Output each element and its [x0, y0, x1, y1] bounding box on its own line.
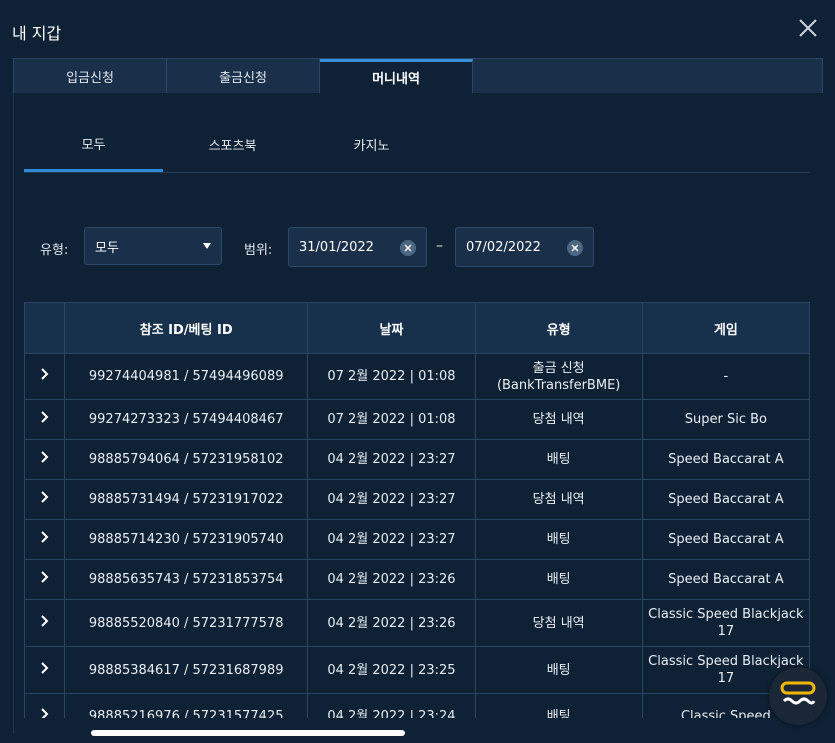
chevron-right-icon	[40, 451, 48, 463]
table-row[interactable]: 98885635743 / 57231853754 04 2월 2022 | 2…	[23, 559, 811, 600]
expand-button[interactable]	[23, 599, 66, 647]
chat-widget-button[interactable]	[769, 667, 827, 725]
header-game: 게임	[641, 302, 811, 354]
cell-ref-id: 98885731494 / 57231917022	[64, 479, 309, 520]
cell-game: Speed Baccarat A	[641, 439, 811, 480]
cell-date: 04 2월 2022 | 23:27	[307, 519, 476, 560]
cell-ref-id: 98885520840 / 57231777578	[64, 599, 309, 647]
expand-button[interactable]	[23, 399, 66, 440]
chevron-right-icon	[40, 411, 48, 423]
cell-date: 04 2월 2022 | 23:27	[307, 439, 476, 480]
cell-ref-id: 98885635743 / 57231853754	[64, 559, 309, 600]
cell-game: Speed Baccarat A	[641, 519, 811, 560]
table-row[interactable]: 98885794064 / 57231958102 04 2월 2022 | 2…	[23, 439, 811, 480]
header-date: 날짜	[307, 302, 476, 354]
expand-button[interactable]	[23, 559, 66, 600]
cell-date: 04 2월 2022 | 23:26	[307, 559, 476, 600]
history-table-viewport[interactable]: 참조 ID/베팅 ID 날짜 유형 게임 99274404981 / 57494…	[0, 0, 835, 718]
table-row[interactable]: 98885520840 / 57231777578 04 2월 2022 | 2…	[23, 599, 811, 647]
cell-type: 배팅	[474, 439, 643, 480]
cell-date: 04 2월 2022 | 23:25	[307, 646, 476, 694]
cell-date: 04 2월 2022 | 23:27	[307, 479, 476, 520]
cell-type: 배팅	[474, 693, 643, 718]
chevron-right-icon	[40, 368, 48, 380]
cell-type: 배팅	[474, 646, 643, 694]
chat-widget-icon	[780, 681, 816, 705]
table-row[interactable]: 99274273323 / 57494408467 07 2월 2022 | 0…	[23, 399, 811, 440]
expand-button[interactable]	[23, 353, 66, 400]
cell-ref-id: 98885216976 / 57231577425	[64, 693, 309, 718]
cell-date: 04 2월 2022 | 23:24	[307, 693, 476, 718]
cell-game: Super Sic Bo	[641, 399, 811, 440]
header-ref-id: 참조 ID/베팅 ID	[64, 302, 309, 354]
cell-type: 당첨 내역	[474, 479, 643, 520]
cell-type: 배팅	[474, 559, 643, 600]
chevron-right-icon	[40, 531, 48, 543]
cell-ref-id: 99274404981 / 57494496089	[64, 353, 309, 400]
table-row[interactable]: 98885731494 / 57231917022 04 2월 2022 | 2…	[23, 479, 811, 520]
header-expand	[23, 302, 66, 354]
chevron-right-icon	[40, 571, 48, 583]
cell-type: 당첨 내역	[474, 399, 643, 440]
cell-date: 07 2월 2022 | 01:08	[307, 353, 476, 400]
table-row[interactable]: 99274404981 / 57494496089 07 2월 2022 | 0…	[23, 353, 811, 400]
cell-ref-id: 99274273323 / 57494408467	[64, 399, 309, 440]
expand-button[interactable]	[23, 519, 66, 560]
expand-button[interactable]	[23, 693, 66, 718]
cell-game: Speed Baccarat A	[641, 479, 811, 520]
chevron-right-icon	[40, 491, 48, 503]
chevron-right-icon	[40, 661, 48, 674]
expand-button[interactable]	[23, 439, 66, 480]
cell-type: 출금 신청 (BankTransferBME)	[474, 353, 643, 400]
cell-ref-id: 98885794064 / 57231958102	[64, 439, 309, 480]
cell-date: 07 2월 2022 | 01:08	[307, 399, 476, 440]
cell-game: Speed Baccarat A	[641, 559, 811, 600]
cell-ref-id: 98885384617 / 57231687989	[64, 646, 309, 694]
table-row[interactable]: 98885216976 / 57231577425 04 2월 2022 | 2…	[23, 693, 811, 718]
table-header-row: 참조 ID/베팅 ID 날짜 유형 게임	[23, 302, 811, 354]
expand-button[interactable]	[23, 479, 66, 520]
cell-game: -	[641, 353, 811, 400]
cell-ref-id: 98885714230 / 57231905740	[64, 519, 309, 560]
cell-type: 당첨 내역	[474, 599, 643, 647]
header-type: 유형	[474, 302, 643, 354]
cell-game: Classic Speed Blackjack 17	[641, 599, 811, 647]
horizontal-scrollbar[interactable]	[91, 730, 405, 736]
cell-type: 배팅	[474, 519, 643, 560]
history-table: 참조 ID/베팅 ID 날짜 유형 게임 99274404981 / 57494…	[23, 302, 811, 718]
chevron-right-icon	[40, 708, 48, 718]
expand-button[interactable]	[23, 646, 66, 694]
table-row[interactable]: 98885384617 / 57231687989 04 2월 2022 | 2…	[23, 646, 811, 694]
table-row[interactable]: 98885714230 / 57231905740 04 2월 2022 | 2…	[23, 519, 811, 560]
chevron-right-icon	[40, 614, 48, 627]
cell-date: 04 2월 2022 | 23:26	[307, 599, 476, 647]
